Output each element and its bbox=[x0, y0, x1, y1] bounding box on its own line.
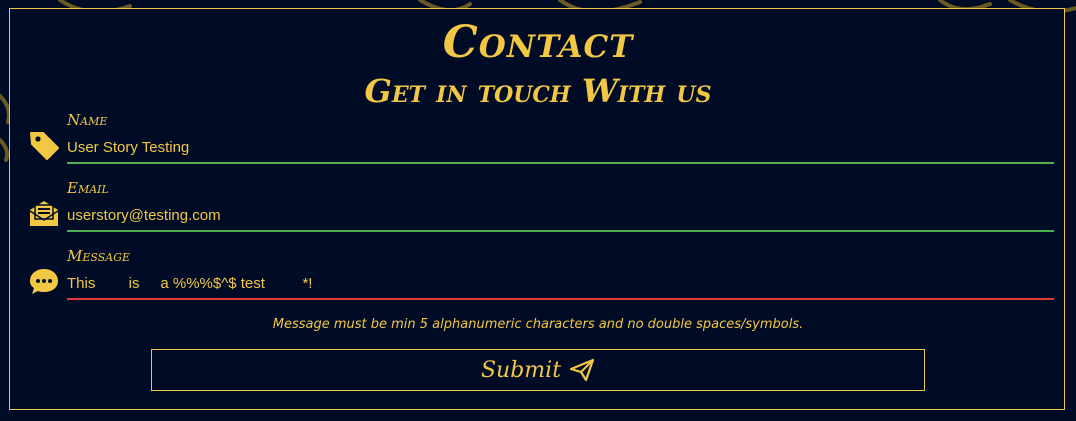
name-underline bbox=[67, 162, 1054, 164]
email-label: Email bbox=[67, 179, 109, 197]
message-field: Message bbox=[28, 247, 1054, 309]
submit-label: Submit bbox=[480, 357, 562, 383]
name-input[interactable] bbox=[67, 134, 1053, 160]
submit-button[interactable]: Submit bbox=[151, 349, 925, 391]
page-title: Contact bbox=[442, 17, 634, 68]
message-label: Message bbox=[67, 247, 131, 265]
page-subtitle: Get in touch With us bbox=[364, 72, 712, 110]
contact-page: Contact Get in touch With us Name Email bbox=[0, 0, 1076, 421]
envelope-open-icon bbox=[28, 197, 60, 229]
name-field: Name bbox=[28, 111, 1054, 173]
message-input[interactable] bbox=[67, 270, 1053, 296]
message-underline bbox=[67, 298, 1054, 300]
email-input[interactable] bbox=[67, 202, 1053, 228]
chat-bubble-icon bbox=[28, 265, 60, 297]
contact-form-panel: Contact Get in touch With us Name Email bbox=[9, 8, 1065, 410]
email-underline bbox=[67, 230, 1054, 232]
name-label: Name bbox=[67, 111, 108, 129]
email-field: Email bbox=[28, 179, 1054, 241]
paper-plane-icon bbox=[569, 358, 595, 382]
validation-error-message: Message must be min 5 alphanumeric chara… bbox=[272, 317, 804, 332]
tag-icon bbox=[28, 129, 60, 161]
